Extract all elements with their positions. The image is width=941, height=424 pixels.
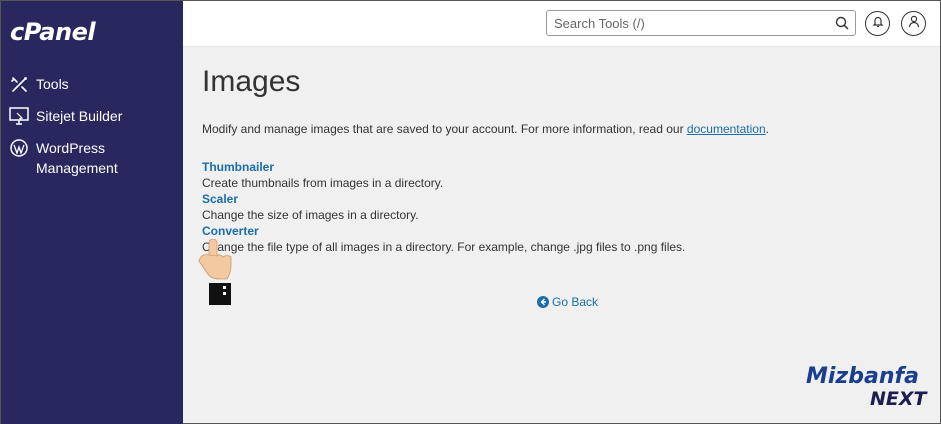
sidebar: cPanel Tools Sitejet Builder WordPress M… xyxy=(1,1,183,424)
sidebar-item-sitejet-builder[interactable]: Sitejet Builder xyxy=(9,106,122,126)
sidebar-item-tools[interactable]: Tools xyxy=(9,74,69,94)
thumbnailer-description: Create thumbnails from images in a direc… xyxy=(202,176,444,190)
notifications-button[interactable] xyxy=(865,11,890,36)
user-menu-button[interactable] xyxy=(901,11,926,36)
go-back-label: Go Back xyxy=(552,295,599,309)
intro-text-end: . xyxy=(765,122,769,136)
page-title: Images xyxy=(202,65,301,98)
user-icon xyxy=(908,15,920,33)
intro-text-body: Modify and manage images that are saved … xyxy=(202,122,687,136)
pointing-hand-cursor-icon xyxy=(197,238,237,307)
search-input[interactable] xyxy=(547,11,822,35)
sidebar-item-label: Sitejet Builder xyxy=(36,108,123,124)
wordpress-icon xyxy=(9,138,29,158)
bell-icon xyxy=(872,15,884,33)
intro-text: Modify and manage images that are saved … xyxy=(202,122,769,136)
tool-converter: Converter Change the file type of all im… xyxy=(202,224,685,256)
arrow-left-circle-icon xyxy=(537,296,549,308)
top-bar xyxy=(183,1,940,47)
tool-scaler: Scaler Change the size of images in a di… xyxy=(202,192,419,224)
sidebar-item-label-line2: Management xyxy=(36,160,118,176)
converter-description: Change the file type of all images in a … xyxy=(202,240,686,254)
search-box xyxy=(546,10,856,36)
sidebar-item-wordpress-management[interactable]: WordPress Management xyxy=(9,138,118,178)
svg-text:NEXT: NEXT xyxy=(870,388,929,409)
search-icon[interactable] xyxy=(835,16,849,30)
thumbnailer-link[interactable]: Thumbnailer xyxy=(202,160,443,175)
sidebar-item-label-line1: WordPress xyxy=(36,140,105,156)
tool-thumbnailer: Thumbnailer Create thumbnails from image… xyxy=(202,160,443,192)
tools-icon xyxy=(9,74,29,94)
sitejet-monitor-icon xyxy=(9,106,29,126)
mizbanfa-watermark-logo: Mizbanfa NEXT xyxy=(804,363,938,410)
sidebar-item-label: Tools xyxy=(36,76,69,92)
converter-link[interactable]: Converter xyxy=(202,224,685,239)
go-back-link[interactable]: Go Back xyxy=(537,295,598,309)
cpanel-logo[interactable]: cPanel xyxy=(10,18,96,46)
sidebar-item-label: WordPress Management xyxy=(36,138,118,178)
svg-text:Mizbanfa: Mizbanfa xyxy=(806,364,919,389)
documentation-link[interactable]: documentation xyxy=(687,122,766,136)
scaler-description: Change the size of images in a directory… xyxy=(202,208,419,222)
scaler-link[interactable]: Scaler xyxy=(202,192,419,207)
